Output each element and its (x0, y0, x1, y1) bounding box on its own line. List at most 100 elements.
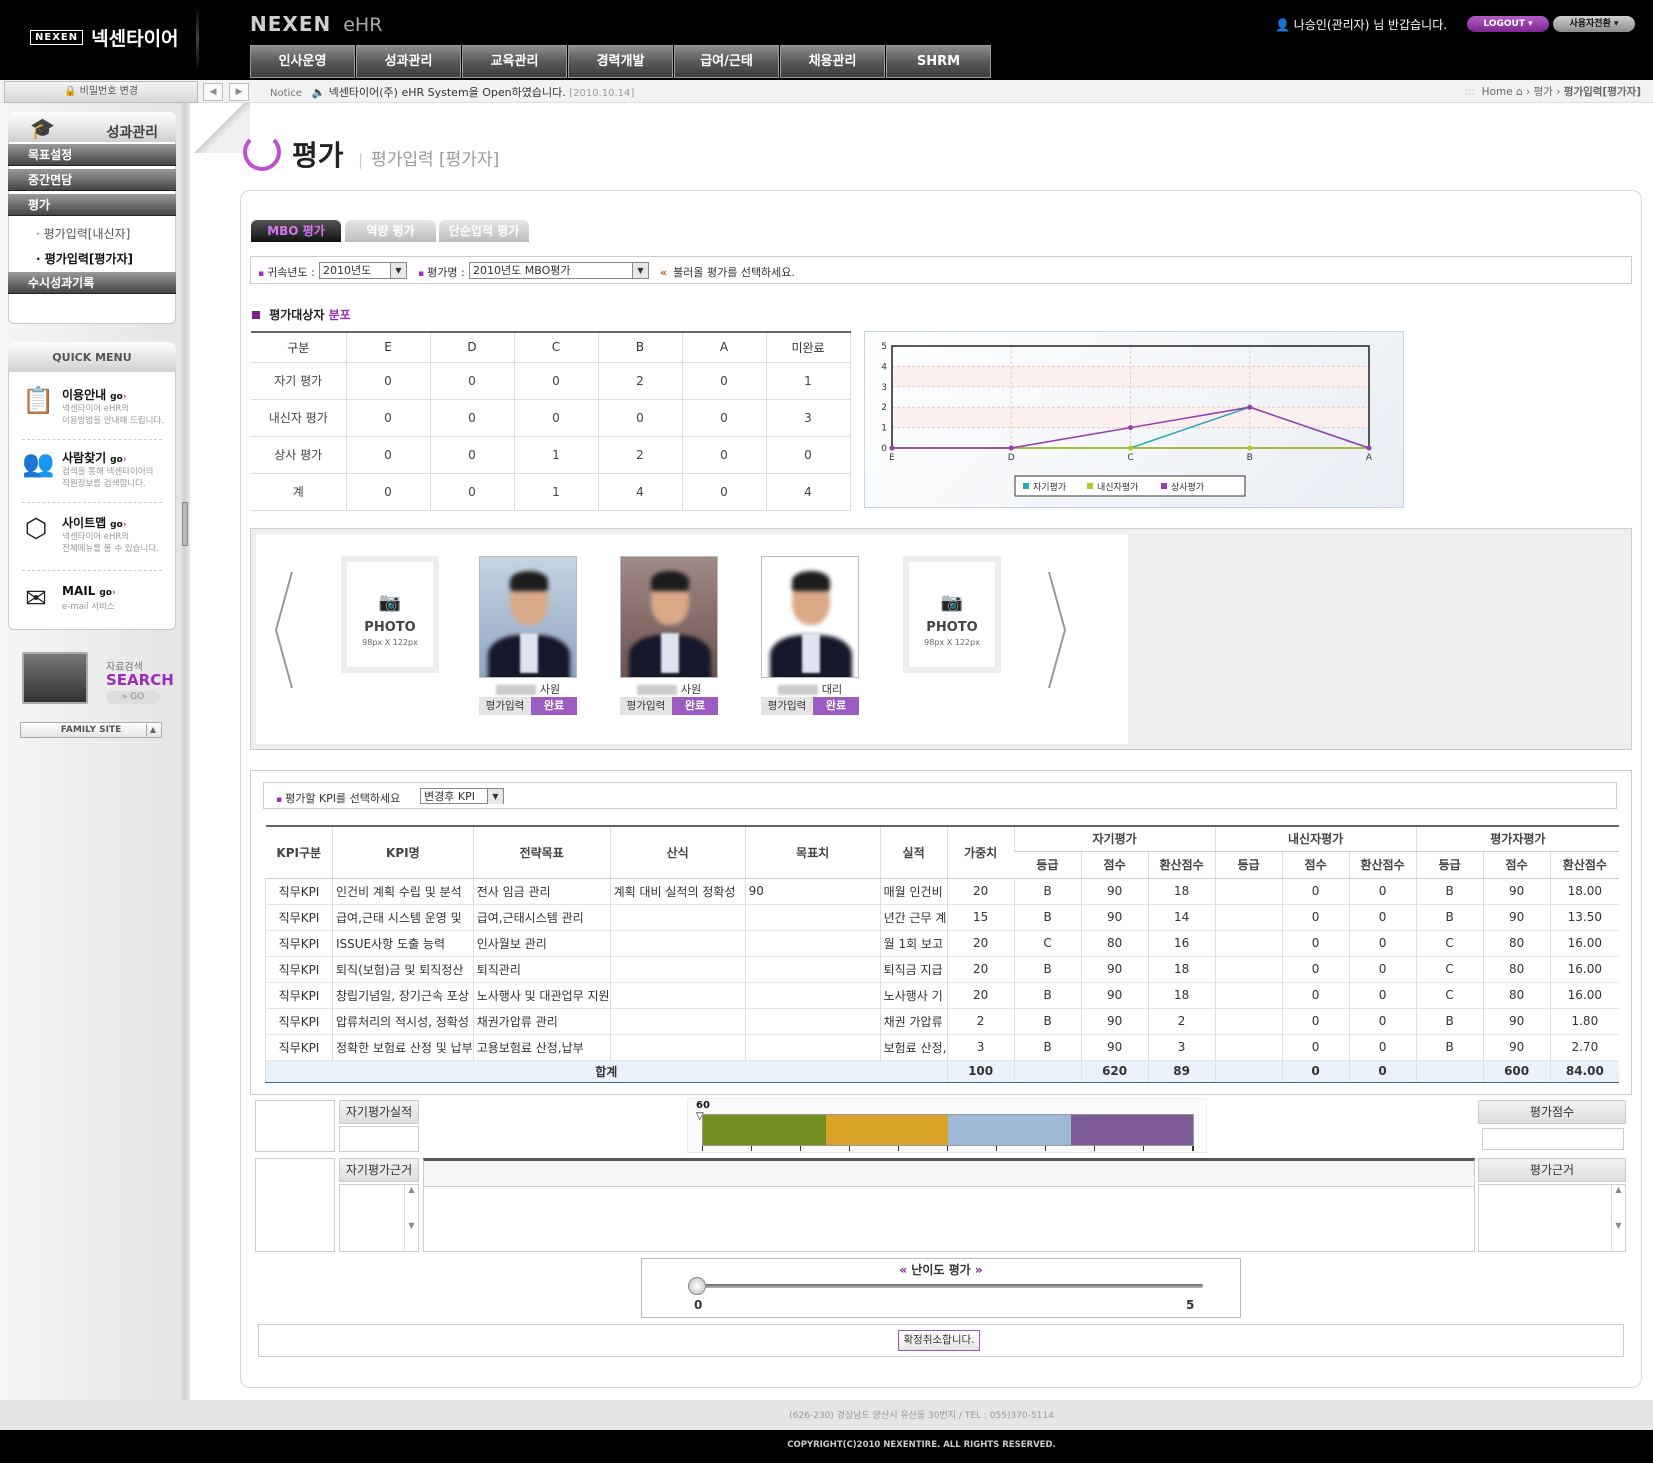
go-link[interactable]: go (110, 520, 126, 530)
quick-item-people-search[interactable]: 👥 사람찾기go 검색을 통해 넥센타이어의 직원정보를 검색합니다. (22, 447, 167, 517)
kpi-cell: 0 (1281, 878, 1350, 905)
eval-basis-textarea[interactable]: ▲ ▼ (1478, 1184, 1626, 1252)
tab-mbo-eval[interactable]: MBO 평가 (251, 220, 341, 242)
kpi-row[interactable]: 직무KPI ISSUE사항 도출 능력 인사월보 관리 월 1회 보고 20 C 80 16 0… (265, 930, 1620, 957)
carousel-prev-icon[interactable] (272, 570, 298, 690)
sidebar-menu-title-text: 성과관리 (106, 125, 158, 141)
tab-simple-performance-eval[interactable]: 단순업적 평가 (439, 220, 529, 242)
sidebar-item-ad-hoc-record[interactable]: 수시성과기록 (8, 272, 176, 294)
quick-item-desc: 검색을 통해 넥센타이어의 직원정보를 검색합니다. (62, 467, 154, 489)
go-link[interactable]: go (110, 455, 126, 465)
kpi-select[interactable]: 변경후 KPI ▼ (420, 788, 504, 804)
password-change-button[interactable]: 🔒 비밀번호 변경 (4, 81, 198, 103)
eval-score-input[interactable] (1482, 1128, 1624, 1150)
kpi-row[interactable]: 직무KPI 퇴직(보험)금 및 퇴직정산 퇴직관리 퇴직금 지급 20 B 90 18 0 0 C 8… (265, 956, 1620, 983)
kpi-row[interactable]: 직무KPI 창립기념일, 장기근속 포상 노사행사 및 대관업무 지원 노사행사 기2… (265, 982, 1620, 1009)
nav-tab-performance[interactable]: 성과관리 (356, 45, 461, 78)
kpi-cell: 18 (1147, 878, 1216, 905)
sidebar-subitem-eval-reporter[interactable]: · 평가입력[내신자] (36, 225, 130, 242)
status-badge[interactable]: 완료 (813, 697, 859, 715)
sidebar-splitter-handle[interactable] (182, 502, 188, 546)
notice-prev-button[interactable]: ◀ (203, 83, 223, 101)
kpi-cell: 0 (1348, 982, 1417, 1009)
nav-tab-career[interactable]: 경력개발 (568, 45, 673, 78)
chart-point (889, 445, 895, 451)
status-badge[interactable]: 완료 (531, 697, 577, 715)
status-badge[interactable]: 완료 (672, 697, 718, 715)
slider-min-label: 0 (694, 1298, 703, 1312)
nav-tab-payroll[interactable]: 급여/근태 (674, 45, 779, 78)
nav-tab-shrm[interactable]: SHRM (886, 45, 991, 78)
kpi-total-cell (1415, 1059, 1484, 1083)
nav-tab-education[interactable]: 교육관리 (462, 45, 567, 78)
kpi-row[interactable]: 직무KPI 급여,근태 시스템 운영 및 급여,근태시스템 관리 년간 근무 계 15 B… (265, 904, 1620, 931)
difficulty-slider-thumb[interactable] (688, 1277, 706, 1295)
page-root: NEXEN 넥센타이어 NEXEN eHR 👤 나승인(관리자) 님 반갑습니다.… (0, 0, 1653, 1463)
self-basis-textarea[interactable]: ▲ ▼ (339, 1184, 419, 1252)
breadcrumb-current: 평가입력[평가자] (1563, 86, 1641, 98)
carousel-next-icon[interactable] (1043, 570, 1069, 690)
breadcrumb: ::: Home ⌂ › 평가 › 평가입력[평가자] (1464, 86, 1641, 98)
quick-item-title: MAIL (62, 584, 96, 598)
go-link[interactable]: go (110, 392, 126, 402)
breadcrumb-eval[interactable]: 평가 (1534, 86, 1553, 98)
employee-photo[interactable] (620, 556, 718, 678)
kpi-group-header-evaluator: 평가자평가 (1415, 825, 1620, 852)
chevron-up-icon[interactable]: ▲ (146, 724, 159, 736)
employee-photo[interactable] (761, 556, 859, 678)
kpi-cell (744, 956, 881, 983)
difficulty-slider-track[interactable] (688, 1284, 1203, 1288)
nav-tab-hr-operations[interactable]: 인사운영 (250, 45, 355, 78)
quick-item-sitemap[interactable]: ⬡ 사이트맵go 넥센타이어 eHR의 전체메뉴를 볼 수 있습니다. (22, 512, 167, 582)
family-site-select[interactable]: FAMILY SITE (20, 722, 162, 738)
sidebar-item-interim-review[interactable]: 중간면담 (8, 169, 176, 191)
search-go-button[interactable]: » GO (106, 691, 160, 704)
employee-photo[interactable] (479, 556, 577, 678)
quick-menu-title: QUICK MENU (8, 342, 176, 372)
dist-cell: 0 (681, 399, 766, 437)
scrollbar[interactable]: ▲ ▼ (404, 1185, 418, 1251)
breadcrumb-home[interactable]: Home (1482, 86, 1513, 98)
eval-basis-editor[interactable] (423, 1158, 1475, 1252)
kpi-cell: 0 (1281, 1034, 1350, 1061)
dist-cell: 내신자 평가 (251, 399, 346, 437)
search-title[interactable]: SEARCH (106, 671, 174, 689)
kpi-row[interactable]: 직무KPI 인건비 계획 수립 및 분석 전사 임금 관리 계획 대비 실적의 정확성… (265, 878, 1620, 905)
difficulty-title: « 난이도 평가 » (641, 1261, 1241, 1278)
eval-input-label[interactable]: 평가입력 (479, 697, 531, 715)
sidebar-subitem-eval-evaluator[interactable]: · 평가입력[평가자] (36, 250, 133, 267)
kpi-row[interactable]: 직무KPI 압류처리의 적시성, 정확성 채권가압류 관리 채권 가압류 2 B 90 2 0 0… (265, 1008, 1620, 1035)
scrollbar[interactable]: ▲ ▼ (1611, 1185, 1625, 1251)
dist-header: A (681, 331, 766, 363)
go-link[interactable]: go (99, 588, 115, 598)
kpi-cell: 고용보험료 산정,납부 (472, 1034, 611, 1061)
kpi-cell (744, 904, 881, 931)
slider-max-label: 5 (1186, 1298, 1195, 1312)
dist-cell: 0 (765, 436, 851, 474)
company-logo[interactable]: NEXEN 넥센타이어 (30, 24, 179, 51)
quick-item-mail[interactable]: ✉ MAILgo e-mail 서비스 (22, 582, 167, 652)
notice-next-button[interactable]: ▶ (229, 83, 249, 101)
sidebar-item-goal-setting[interactable]: 목표설정 (8, 144, 176, 166)
dist-cell: 0 (429, 399, 514, 437)
page-title: 평가 (292, 139, 344, 172)
eval-input-label[interactable]: 평가입력 (620, 697, 672, 715)
nav-tab-recruitment[interactable]: 채용관리 (780, 45, 885, 78)
eval-input-label[interactable]: 평가입력 (761, 697, 813, 715)
kpi-table: KPI구분 KPI명 전략목표 산식 목표치 실적 가중치 자기평가 내신자평가… (265, 825, 1620, 1083)
search-monitor-icon[interactable] (22, 652, 88, 704)
sidebar-item-evaluation[interactable]: 평가 (8, 194, 176, 216)
cancel-confirmation-button[interactable]: 확정취소합니다. (898, 1330, 980, 1351)
year-select[interactable]: 2010년도 ▼ (319, 262, 407, 279)
welcome-text: 나승인(관리자) 님 반갑습니다. (1293, 18, 1448, 32)
eval-name-select[interactable]: 2010년도 MBO평가 ▼ (469, 262, 649, 279)
quick-item-guide[interactable]: 📋 이용안내go 넥센타이어 eHR의 이용방법을 안내해 드립니다. (22, 384, 167, 454)
distribution-table: 구분 E D C B A 미완료 자기 평가 0 0 0 2 0 1 내신자 평가 0 0 0 0 0 3… (251, 331, 851, 511)
tab-competency-eval[interactable]: 역량 평가 (345, 220, 436, 242)
logout-button[interactable]: LOGOUT ▾ (1467, 16, 1549, 32)
kpi-row[interactable]: 직무KPI 정확한 보험료 산정 및 납부 고용보험료 산정,납부 보험료 산정, 3 B… (265, 1034, 1620, 1061)
notice-text[interactable]: 넥센타이어(주) eHR System을 Open하였습니다. (329, 86, 566, 99)
sidebar-divider (180, 103, 190, 1403)
switch-user-button[interactable]: 사용자전환 ▾ (1553, 16, 1635, 32)
kpi-cell: B (1013, 982, 1082, 1009)
